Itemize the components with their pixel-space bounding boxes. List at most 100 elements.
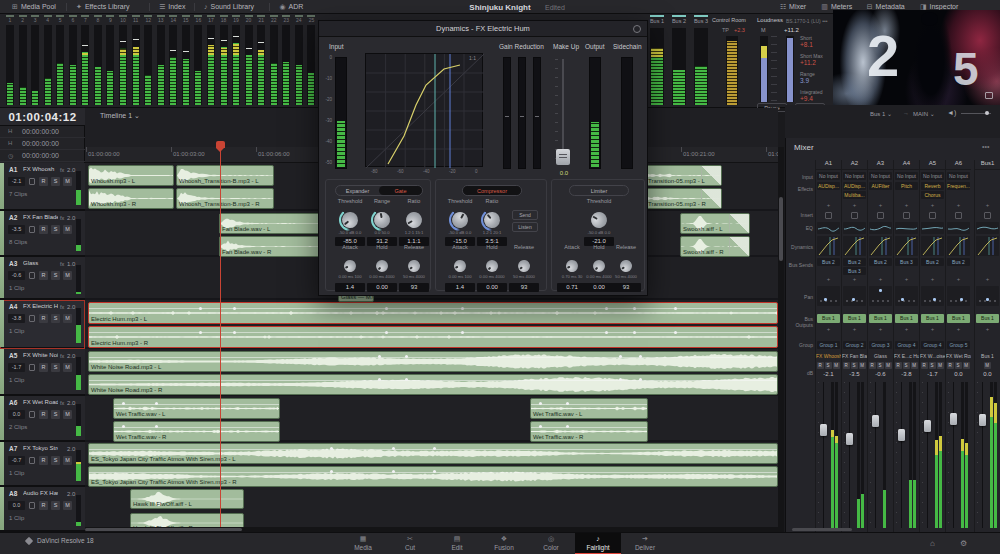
audio-clip[interactable]: Hawk III FlwOff.aiff - L bbox=[130, 489, 244, 509]
track-mute-button[interactable]: M bbox=[63, 314, 72, 323]
mixer-strip-id[interactable]: A3 bbox=[868, 160, 893, 170]
mixer-pan-control[interactable] bbox=[976, 286, 999, 306]
mixer-add-effect-button[interactable]: + bbox=[976, 202, 999, 209]
mixer-add-effect-button[interactable]: + bbox=[817, 202, 840, 209]
fader-track[interactable] bbox=[927, 382, 928, 528]
fader-track[interactable] bbox=[849, 382, 850, 528]
automation-point[interactable] bbox=[605, 307, 608, 310]
automation-point[interactable] bbox=[633, 331, 636, 334]
track-lock-icon[interactable] bbox=[29, 178, 35, 185]
mixer-effect-slot[interactable]: AUFilter bbox=[869, 182, 892, 190]
track-solo-button[interactable]: S bbox=[51, 314, 60, 323]
mixer-add-output-button[interactable]: + bbox=[843, 326, 866, 333]
track-header-a2[interactable]: A2FX Fan Bladefx2.0-3.5RSM8 Clips bbox=[0, 211, 85, 257]
mixer-record-button[interactable]: R bbox=[895, 362, 902, 369]
track-lock-icon[interactable] bbox=[29, 226, 35, 233]
audio-clip[interactable]: Wet Traffic.wav - R bbox=[530, 421, 648, 442]
mixer-effect-slot[interactable]: Chorus bbox=[921, 191, 944, 199]
audio-clip[interactable]: Whoosh_Transition-B.mp3 - L bbox=[176, 165, 274, 186]
mixer-effect-slot[interactable]: Reverb bbox=[921, 182, 944, 190]
track-solo-button[interactable]: S bbox=[51, 363, 60, 372]
mixer-input-select[interactable]: No Input bbox=[869, 172, 892, 180]
toolbar-button-sound-library[interactable]: ♪Sound Library bbox=[198, 0, 260, 13]
monitor-out-select[interactable]: MAIN ⌄ bbox=[913, 110, 935, 117]
section-tab-expander[interactable]: Expander bbox=[336, 186, 379, 195]
toolbar-button-adr[interactable]: ◉ADR bbox=[273, 0, 309, 13]
automation-point[interactable] bbox=[199, 307, 202, 310]
mixer-group-assign[interactable]: Group 3 bbox=[869, 341, 892, 349]
track-solo-button[interactable]: S bbox=[51, 410, 60, 419]
track-record-button[interactable]: R bbox=[39, 177, 48, 186]
toolbar-button-media-pool[interactable]: ⊞Media Pool bbox=[6, 0, 62, 13]
fader-handle[interactable] bbox=[872, 415, 879, 427]
automation-point[interactable] bbox=[461, 331, 464, 334]
automation-point[interactable] bbox=[674, 331, 677, 334]
track-solo-button[interactable]: S bbox=[51, 225, 60, 234]
audio-clip[interactable]: Swoosh.aiff - L bbox=[680, 213, 750, 234]
mixer-input-select[interactable]: No Input bbox=[843, 172, 866, 180]
mixer-insert-checkbox[interactable] bbox=[903, 212, 910, 219]
track-record-button[interactable]: R bbox=[39, 225, 48, 234]
v-scrollbar-thumb[interactable] bbox=[779, 197, 783, 261]
mixer-add-send-button[interactable]: + bbox=[947, 276, 970, 283]
mixer-pan-control[interactable] bbox=[947, 286, 970, 306]
mixer-solo-button[interactable]: S bbox=[825, 362, 832, 369]
automation-point[interactable] bbox=[199, 331, 202, 334]
mixer-group-assign[interactable]: Group 1 bbox=[817, 341, 840, 349]
track-header-a7[interactable]: A7FX Tokyo Street2.0-0.7RSM1 Clip bbox=[0, 442, 85, 487]
track-mute-button[interactable]: M bbox=[63, 501, 72, 510]
track-lock-icon[interactable] bbox=[29, 457, 35, 464]
mixer-add-output-button[interactable]: + bbox=[947, 326, 970, 333]
mixer-add-effect-button[interactable]: + bbox=[895, 202, 918, 209]
knob-release[interactable] bbox=[406, 258, 423, 275]
mixer-mute-button[interactable]: M bbox=[963, 362, 970, 369]
mixer-bus-send[interactable]: Bus 2 bbox=[843, 258, 866, 266]
mixer-mute-button[interactable]: M bbox=[984, 362, 991, 369]
knob-value[interactable]: 0.00 bbox=[367, 283, 397, 292]
section-tab-limiter[interactable]: Limiter bbox=[570, 186, 628, 195]
audio-clip[interactable]: Swoosh.aiff - R bbox=[680, 236, 750, 257]
mixer-pan-control[interactable] bbox=[921, 286, 944, 306]
page-tab-fusion[interactable]: ❖Fusion bbox=[481, 533, 527, 554]
mixer-group-assign[interactable]: Group 4 bbox=[895, 341, 918, 349]
mixer-bus-output[interactable]: Bus 1 bbox=[976, 314, 999, 323]
mixer-add-output-button[interactable]: + bbox=[976, 326, 999, 333]
audio-clip[interactable]: ES_Tokyo Japan City Traffic Atmos With S… bbox=[88, 466, 778, 487]
fader-track[interactable] bbox=[823, 382, 824, 528]
mixer-bus-output[interactable]: Bus 1 bbox=[921, 314, 944, 323]
audio-clip[interactable]: Wet Traffic.wav - L bbox=[113, 398, 280, 419]
knob-attack[interactable] bbox=[342, 258, 357, 273]
mixer-effect-slot[interactable]: Multiba... bbox=[843, 191, 866, 199]
track-solo-button[interactable]: S bbox=[51, 501, 60, 510]
mixer-mute-button[interactable]: M bbox=[937, 362, 944, 369]
mixer-add-send-button[interactable]: + bbox=[843, 276, 866, 283]
mixer-insert-checkbox[interactable] bbox=[825, 212, 832, 219]
section-tab-compressor[interactable]: Compressor bbox=[463, 186, 521, 195]
page-tab-cut[interactable]: ✂Cut bbox=[387, 533, 433, 554]
automation-line[interactable] bbox=[531, 427, 647, 428]
audio-clip[interactable]: Transition-05.mp3 - R bbox=[645, 188, 722, 209]
knob-release[interactable] bbox=[618, 258, 635, 275]
track-solo-button[interactable]: S bbox=[51, 271, 60, 280]
track-mute-button[interactable]: M bbox=[63, 456, 72, 465]
track-header-a5[interactable]: A5FX White Noisefx2.0-1.7RSM1 Clip bbox=[0, 349, 85, 396]
mixer-add-send-button[interactable]: + bbox=[869, 276, 892, 283]
playhead-marker[interactable] bbox=[216, 141, 225, 148]
mixer-input-select[interactable]: No Input bbox=[895, 172, 918, 180]
mixer-solo-button[interactable]: S bbox=[851, 362, 858, 369]
mixer-insert-checkbox[interactable] bbox=[984, 212, 991, 219]
mixer-add-output-button[interactable]: + bbox=[895, 326, 918, 333]
mixer-settings-icon[interactable]: ⚙ bbox=[960, 539, 967, 549]
knob-value[interactable]: 93 bbox=[611, 283, 641, 292]
panel-toggle-mixer[interactable]: ☷Mixer bbox=[775, 0, 811, 13]
track-header-a6[interactable]: A6FX Wet Roadfx2.00.0RSM2 Clips bbox=[0, 396, 85, 442]
mixer-insert-checkbox[interactable] bbox=[955, 212, 962, 219]
track-record-button[interactable]: R bbox=[39, 410, 48, 419]
automation-line[interactable] bbox=[114, 404, 279, 405]
mixer-record-button[interactable]: R bbox=[817, 362, 824, 369]
mixer-record-button[interactable]: R bbox=[921, 362, 928, 369]
mixer-group-assign[interactable]: Group 2 bbox=[843, 341, 866, 349]
viewer-expand-icon[interactable] bbox=[985, 92, 993, 99]
mixer-bus-output[interactable]: Bus 1 bbox=[895, 314, 918, 323]
mixer-group-assign[interactable]: Group 5 bbox=[947, 341, 970, 349]
